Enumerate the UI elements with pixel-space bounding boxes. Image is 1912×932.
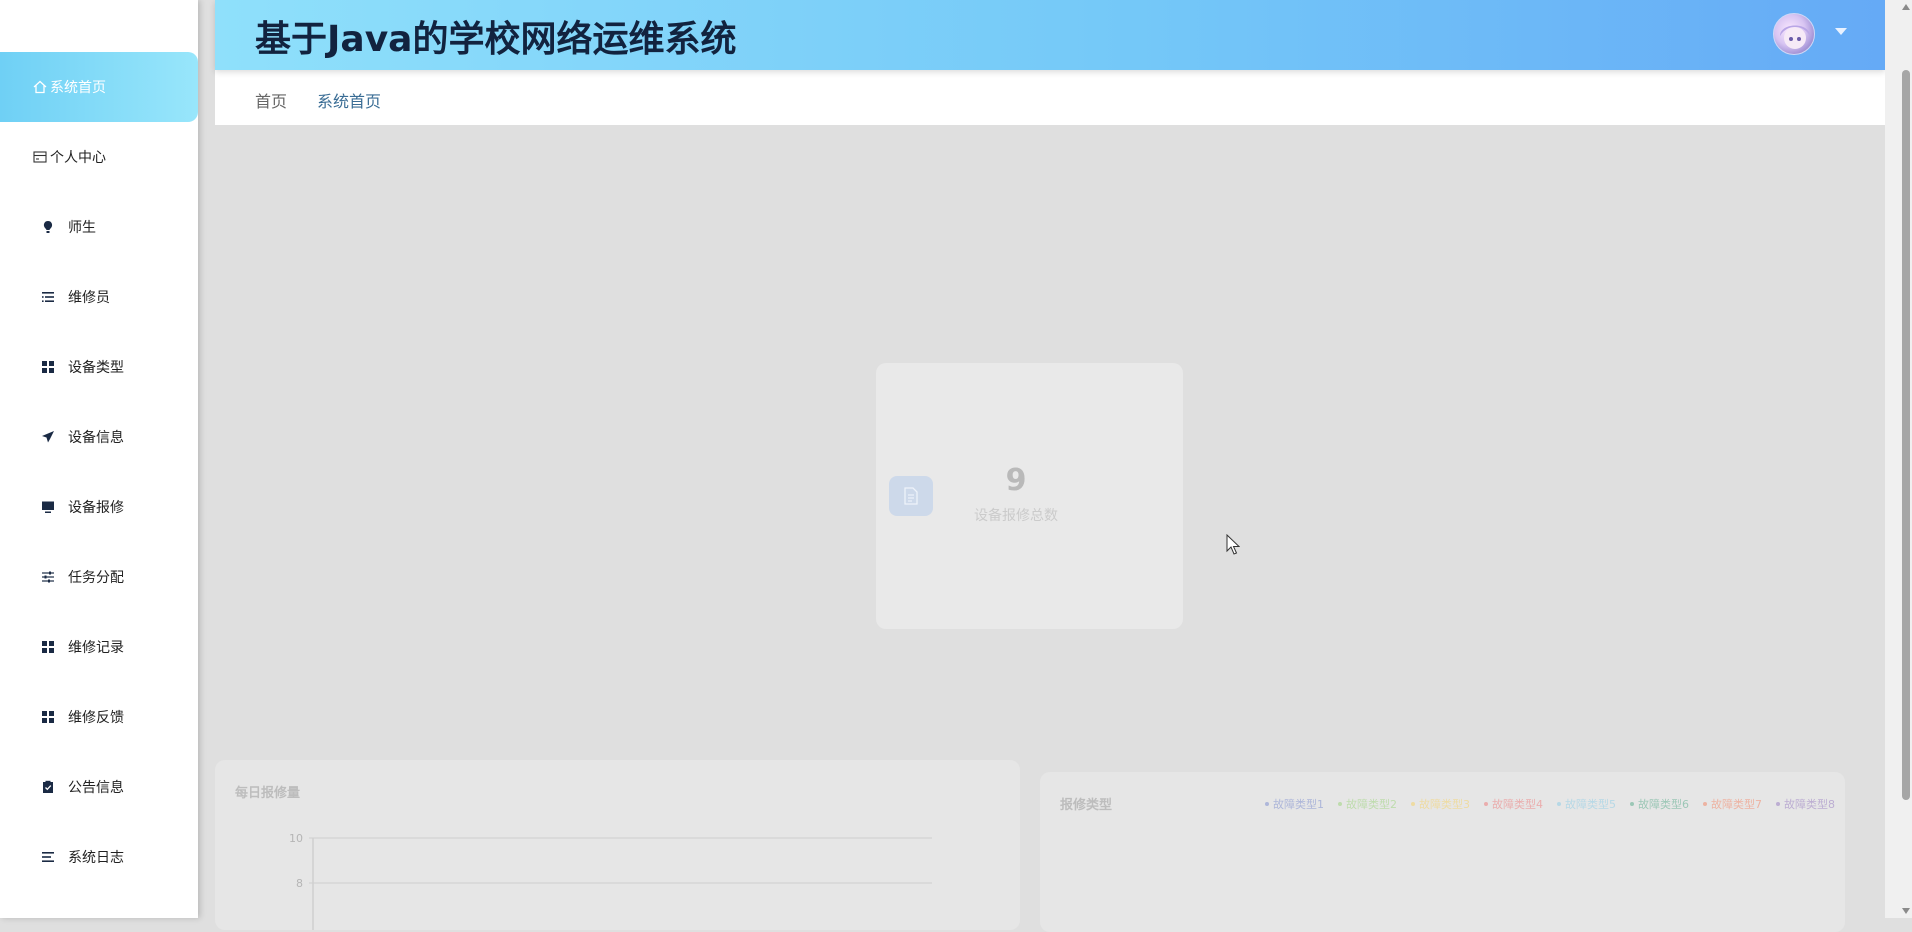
sidebar-item-home[interactable]: 系统首页: [0, 52, 198, 122]
sidebar-item-repair-records[interactable]: 维修记录: [0, 612, 198, 682]
home-icon: [32, 79, 48, 95]
top-header: 基于Java的学校网络运维系统: [215, 0, 1885, 70]
sidebar-item-device-repair[interactable]: 设备报修: [0, 472, 198, 542]
legend-dot-icon: [1338, 802, 1342, 806]
legend-item[interactable]: 故障类型2: [1338, 796, 1397, 812]
grid-icon: [40, 359, 56, 375]
scroll-down-icon[interactable]: [1902, 908, 1910, 914]
daily-repairs-chart: 10 8: [289, 832, 932, 930]
sidebar-item-repair-feedback[interactable]: 维修反馈: [0, 682, 198, 752]
repair-types-title: 报修类型: [1060, 798, 1113, 813]
sidebar-item-label: 个人中心: [50, 150, 106, 166]
legend-dot-icon: [1265, 802, 1269, 806]
repair-total-value: 9: [1005, 463, 1027, 498]
app-title: 基于Java的学校网络运维系统: [255, 19, 737, 60]
daily-repairs-panel: 每日报修量 10 8: [215, 760, 1020, 930]
sidebar-item-label: 维修记录: [68, 640, 124, 656]
document-icon: [889, 476, 933, 516]
card-icon: [32, 149, 48, 165]
legend-dot-icon: [1484, 802, 1488, 806]
legend-label: 故障类型1: [1273, 798, 1324, 811]
sidebar-item-label: 维修员: [68, 290, 110, 306]
sidebar-item-task-assignment[interactable]: 任务分配: [0, 542, 198, 612]
legend-item[interactable]: 故障类型5: [1557, 796, 1616, 812]
sidebar-item-device-types[interactable]: 设备类型: [0, 332, 198, 402]
bulb-icon: [40, 219, 56, 235]
breadcrumb-home[interactable]: 首页: [255, 88, 287, 112]
y-tick-label: 8: [296, 877, 303, 890]
sidebar-item-announcements[interactable]: 公告信息: [0, 752, 198, 822]
sidebar-item-label: 维修反馈: [68, 710, 124, 726]
repair-total-card: 9 设备报修总数: [876, 363, 1183, 629]
legend-dot-icon: [1557, 802, 1561, 806]
monitor-icon: [40, 499, 56, 515]
legend-dot-icon: [1776, 802, 1780, 806]
legend-label: 故障类型5: [1565, 798, 1616, 811]
avatar[interactable]: [1773, 13, 1815, 55]
sidebar-item-label: 设备信息: [68, 430, 124, 446]
paper-plane-icon: [40, 429, 56, 445]
legend-dot-icon: [1411, 802, 1415, 806]
sliders-icon: [40, 569, 56, 585]
menu-lines-icon: [40, 849, 56, 865]
legend-item[interactable]: 故障类型4: [1484, 796, 1543, 812]
chevron-down-icon[interactable]: [1835, 28, 1847, 35]
grid-icon: [40, 709, 56, 725]
legend-label: 故障类型4: [1492, 798, 1543, 811]
legend-item[interactable]: 故障类型7: [1703, 796, 1762, 812]
sidebar-item-label: 师生: [68, 220, 96, 236]
sidebar-item-label: 设备类型: [68, 360, 124, 376]
sidebar-item-label: 系统日志: [68, 850, 124, 866]
sidebar-menu: 系统首页 个人中心 师生 维修员 设备类型 设备信息 设备报修 任务分配 维修记…: [0, 52, 198, 892]
sidebar-item-label: 系统首页: [50, 80, 106, 96]
repair-types-panel: 报修类型 故障类型1 故障类型2 故障类型3 故障类型4 故障类型5 故障类型6 故障类型7…: [1040, 772, 1845, 932]
scroll-thumb[interactable]: [1902, 70, 1910, 800]
legend-label: 故障类型2: [1346, 798, 1397, 811]
legend-label: 故障类型8: [1784, 798, 1835, 811]
legend-dot-icon: [1630, 802, 1634, 806]
legend-dot-icon: [1703, 802, 1707, 806]
legend-label: 故障类型7: [1711, 798, 1762, 811]
sidebar-item-label: 任务分配: [68, 570, 124, 586]
sidebar: 系统首页 个人中心 师生 维修员 设备类型 设备信息 设备报修 任务分配 维修记…: [0, 0, 198, 918]
sidebar-item-teachers-students[interactable]: 师生: [0, 192, 198, 262]
legend-label: 故障类型6: [1638, 798, 1689, 811]
legend-item[interactable]: 故障类型1: [1265, 796, 1324, 812]
list-indent-icon: [40, 289, 56, 305]
clipboard-check-icon: [40, 779, 56, 795]
sidebar-item-label: 设备报修: [68, 500, 124, 516]
sidebar-item-device-info[interactable]: 设备信息: [0, 402, 198, 472]
grid-icon: [40, 639, 56, 655]
legend-label: 故障类型3: [1419, 798, 1470, 811]
breadcrumb: 首页 系统首页: [215, 70, 1885, 125]
legend-item[interactable]: 故障类型3: [1411, 796, 1470, 812]
sidebar-item-personal-center[interactable]: 个人中心: [0, 122, 198, 192]
mouse-cursor-icon: [1226, 534, 1240, 555]
repair-types-legend: 故障类型1 故障类型2 故障类型3 故障类型4 故障类型5 故障类型6 故障类型7 故障类型8: [1265, 796, 1835, 812]
breadcrumb-current: 系统首页: [317, 92, 382, 111]
scroll-up-icon[interactable]: [1902, 4, 1910, 10]
legend-item[interactable]: 故障类型6: [1630, 796, 1689, 812]
page-scrollbar[interactable]: [1885, 0, 1912, 918]
sidebar-item-label: 公告信息: [68, 780, 124, 796]
repair-total-label: 设备报修总数: [974, 508, 1058, 524]
legend-item[interactable]: 故障类型8: [1776, 796, 1835, 812]
sidebar-item-system-log[interactable]: 系统日志: [0, 822, 198, 892]
sidebar-item-repairmen[interactable]: 维修员: [0, 262, 198, 332]
y-tick-label: 10: [289, 832, 303, 845]
